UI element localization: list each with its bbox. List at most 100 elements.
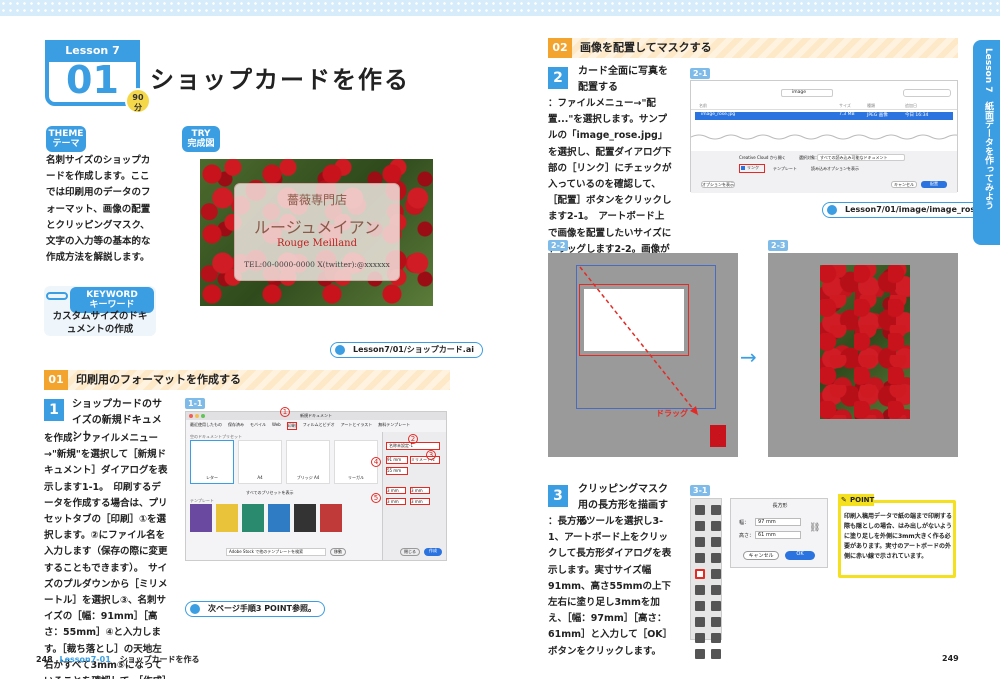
line-tool-icon[interactable] (711, 553, 721, 563)
direct-select-tool-icon[interactable] (711, 505, 721, 515)
tab-templates[interactable]: 無料テンプレート (378, 422, 410, 430)
tab-recent[interactable]: 最近使用したもの (190, 422, 222, 430)
bleed-right[interactable]: 3 mm (410, 498, 430, 505)
clock-icon: 90 分 (125, 88, 151, 114)
sample-path-1[interactable]: Lesson7/01/ショップカード.ai (330, 342, 483, 358)
cancel-button[interactable]: キャンセル (743, 551, 779, 560)
callout-1: 1 (280, 407, 290, 417)
template-checkbox[interactable]: テンプレート (773, 166, 797, 172)
tab-mobile[interactable]: モバイル (250, 422, 266, 430)
scale-icon[interactable] (711, 601, 721, 611)
import-options-checkbox[interactable]: 読み込みオプションを表示 (811, 166, 859, 172)
step-2-head: カード全面に写真を配置する (578, 66, 668, 94)
pencil-icon[interactable] (695, 585, 705, 595)
bleed-top[interactable]: 3 mm (386, 487, 406, 494)
footer-right-page: 249 (942, 654, 959, 663)
tab-print[interactable]: 印刷 (286, 422, 297, 430)
stock-search-input[interactable]: Adobe Stock で他のテンプレートを検索 (226, 548, 326, 556)
bleed-left[interactable]: 3 mm (386, 498, 406, 505)
go-button[interactable]: 移動 (330, 548, 346, 556)
unit-select[interactable]: ミリメートル (410, 456, 440, 464)
rotate-icon[interactable] (695, 601, 705, 611)
theme-label: THEME テーマ (46, 126, 86, 152)
lasso-icon[interactable] (711, 521, 721, 531)
tab-film[interactable]: フィルムとビデオ (303, 422, 335, 430)
gradient-icon[interactable] (711, 649, 721, 659)
type-tool-icon[interactable] (695, 553, 705, 563)
callout-4: 4 (371, 457, 381, 467)
callout-2: 2 (408, 434, 418, 444)
rectangle-dialog: 長方形 幅： 97 mm 高さ： 61 mm ⛓ キャンセル OK (730, 498, 828, 568)
link-icon[interactable]: ⛓ (809, 523, 820, 533)
template-thumb[interactable] (216, 504, 238, 532)
width-input[interactable]: 91 mm (386, 456, 408, 464)
arrow-icon (190, 604, 200, 614)
rectangle-tool-icon[interactable] (695, 569, 705, 579)
selection-tool-icon[interactable] (695, 505, 705, 515)
step-3-text: ：長方形ツールを選択し3-1、アートボード上をクリックして長方形ダイアログを表示… (548, 516, 673, 657)
template-thumb[interactable] (294, 504, 316, 532)
curvature-icon[interactable] (711, 537, 721, 547)
pencil-icon: ✎ (841, 496, 847, 504)
ok-button[interactable]: OK (785, 551, 815, 560)
place-button[interactable]: 配置 (921, 181, 947, 188)
eraser-icon[interactable] (711, 585, 721, 595)
create-button[interactable]: 作成 (424, 548, 442, 556)
chapter-side-tab: Lesson 7 紙面データを作ってみよう (973, 40, 1000, 245)
card-tel: TEL:00-0000-0000 X(twitter):@xxxxxx (244, 260, 390, 269)
top-dot-band (0, 0, 1000, 16)
width-tool-icon[interactable] (695, 617, 705, 627)
step-1-number: 1 (44, 399, 64, 421)
page-title: ショップカードを作る (150, 66, 410, 94)
folder-select[interactable]: image (781, 89, 833, 97)
tab-art[interactable]: アートとイラスト (341, 422, 373, 430)
show-all-presets[interactable]: すべてのプリセットを表示 (246, 490, 294, 496)
preset-a4[interactable]: A4 (238, 440, 282, 484)
shop-card-preview: 薔薇専門店 ルージュメイアン Rouge Meilland TEL:00-000… (200, 159, 433, 306)
next-page-note: 次ページ手順3 POINT参照。 (185, 601, 325, 617)
bleed-bottom[interactable]: 3 mm (410, 487, 430, 494)
link-checkbox[interactable]: リンク (739, 164, 765, 173)
file-type-select[interactable]: すべての読み込み可能なドキュメント (817, 154, 905, 161)
template-thumb[interactable] (242, 504, 264, 532)
fig-2-1: 2-1 (690, 68, 711, 79)
keyword-text: カスタムサイズのドキュメントの作成 (52, 311, 148, 335)
free-transform-icon[interactable] (711, 617, 721, 627)
place-dialog: image 名前 サイズ 種類 追加日 image_rose.jpg 7.3 M… (690, 80, 958, 193)
wavy-cut (691, 134, 957, 140)
file-row-selected[interactable]: image_rose.jpg 7.3 MB JPEG 画像 今日 16:34 (695, 112, 953, 120)
magic-wand-icon[interactable] (695, 521, 705, 531)
template-thumb[interactable] (320, 504, 342, 532)
options-button[interactable]: オプションを表示 (701, 181, 735, 188)
footer-left: 248 Lesson7-01 ショップカードを作る (36, 655, 200, 664)
shape-builder-icon[interactable] (695, 633, 705, 643)
step-3-number: 3 (548, 485, 568, 507)
tab-saved[interactable]: 保存済み (228, 422, 244, 430)
height-input[interactable]: 55 mm (386, 467, 408, 475)
callout-3: 3 (426, 450, 436, 460)
close-button[interactable]: 閉じる (400, 548, 420, 556)
step-2-number: 2 (548, 67, 568, 89)
pen-tool-icon[interactable] (695, 537, 705, 547)
search-field[interactable] (903, 89, 951, 97)
callout-5: 5 (371, 493, 381, 503)
folder-icon (827, 205, 837, 215)
template-thumb[interactable] (268, 504, 290, 532)
fig-2-3: 2-3 (768, 240, 789, 251)
mesh-icon[interactable] (695, 649, 705, 659)
fig-3-1: 3-1 (690, 485, 711, 496)
template-thumb[interactable] (190, 504, 212, 532)
brush-icon[interactable] (711, 569, 721, 579)
height-input[interactable]: 61 mm (755, 531, 801, 539)
preset-letter[interactable]: レター (190, 440, 234, 484)
width-input[interactable]: 97 mm (755, 518, 801, 526)
folder-icon (335, 345, 345, 355)
dialog-tabs: 最近使用したもの 保存済み モバイル Web 印刷 フィルムとビデオ アートとイ… (190, 422, 410, 430)
cancel-button[interactable]: キャンセル (891, 181, 917, 188)
fig-1-1: 1-1 (185, 398, 206, 409)
preset-bridge-a4[interactable]: ブリッジ A4 (286, 440, 330, 484)
point-text: 印刷入稿用データで紙の端まで印刷する際も隠としの場合、はみ出しがないように塗り足… (844, 513, 953, 560)
toolbar-panel (690, 498, 722, 659)
perspective-icon[interactable] (711, 633, 721, 643)
tab-web[interactable]: Web (272, 422, 281, 430)
